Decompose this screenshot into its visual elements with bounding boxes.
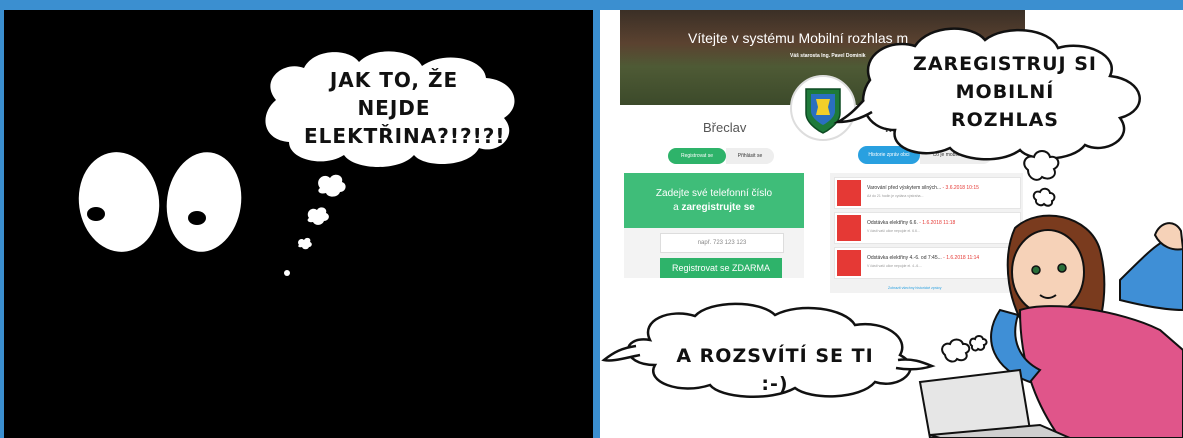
left-bubble-line-1: JAK TO, ŽE NEJDE bbox=[329, 68, 459, 120]
small-thought-cloud-2 bbox=[1032, 187, 1056, 207]
thought-puff-2 bbox=[307, 207, 329, 225]
right-eye bbox=[166, 152, 242, 252]
top-bubble-text: ZAREGISTRUJ SI MOBILNÍ ROZHLAS bbox=[900, 50, 1110, 134]
thought-puff-1 bbox=[318, 174, 346, 197]
left-pupil bbox=[87, 207, 105, 221]
top-bubble-line-2: MOBILNÍ ROZHLAS bbox=[951, 81, 1059, 131]
small-thought-cloud-3 bbox=[941, 338, 971, 363]
girl-eye-left bbox=[1031, 265, 1041, 275]
right-panel: Vítejte v systému Mobilní rozhlas m Váš … bbox=[600, 10, 1183, 438]
top-bubble-line-1: ZAREGISTRUJ SI bbox=[913, 53, 1097, 75]
bottom-bubble-tail-right bbox=[895, 358, 936, 371]
small-thought-cloud-4 bbox=[969, 335, 988, 352]
girl-shirt bbox=[1018, 305, 1183, 438]
girl-eye-right bbox=[1057, 263, 1067, 273]
thought-puff-3 bbox=[298, 237, 312, 250]
girl-illustration bbox=[918, 214, 1183, 438]
left-eye bbox=[78, 152, 160, 252]
right-pupil bbox=[188, 211, 206, 225]
left-panel-dark: JAK TO, ŽE NEJDE ELEKTŘINA?!?!?! bbox=[4, 10, 593, 438]
thought-puff-4 bbox=[284, 270, 290, 276]
left-panel-drawing bbox=[78, 51, 515, 276]
left-bubble-line-2: ELEKTŘINA?!?!?! bbox=[304, 124, 506, 148]
girl-face bbox=[1011, 229, 1085, 315]
left-bubble-text: JAK TO, ŽE NEJDE ELEKTŘINA?!?!?! bbox=[304, 66, 506, 150]
comic-frame: JAK TO, ŽE NEJDE ELEKTŘINA?!?!?! Vítejte… bbox=[0, 0, 1183, 438]
bottom-bubble-text: A ROZSVÍTÍ SE TI :-) bbox=[676, 345, 874, 395]
